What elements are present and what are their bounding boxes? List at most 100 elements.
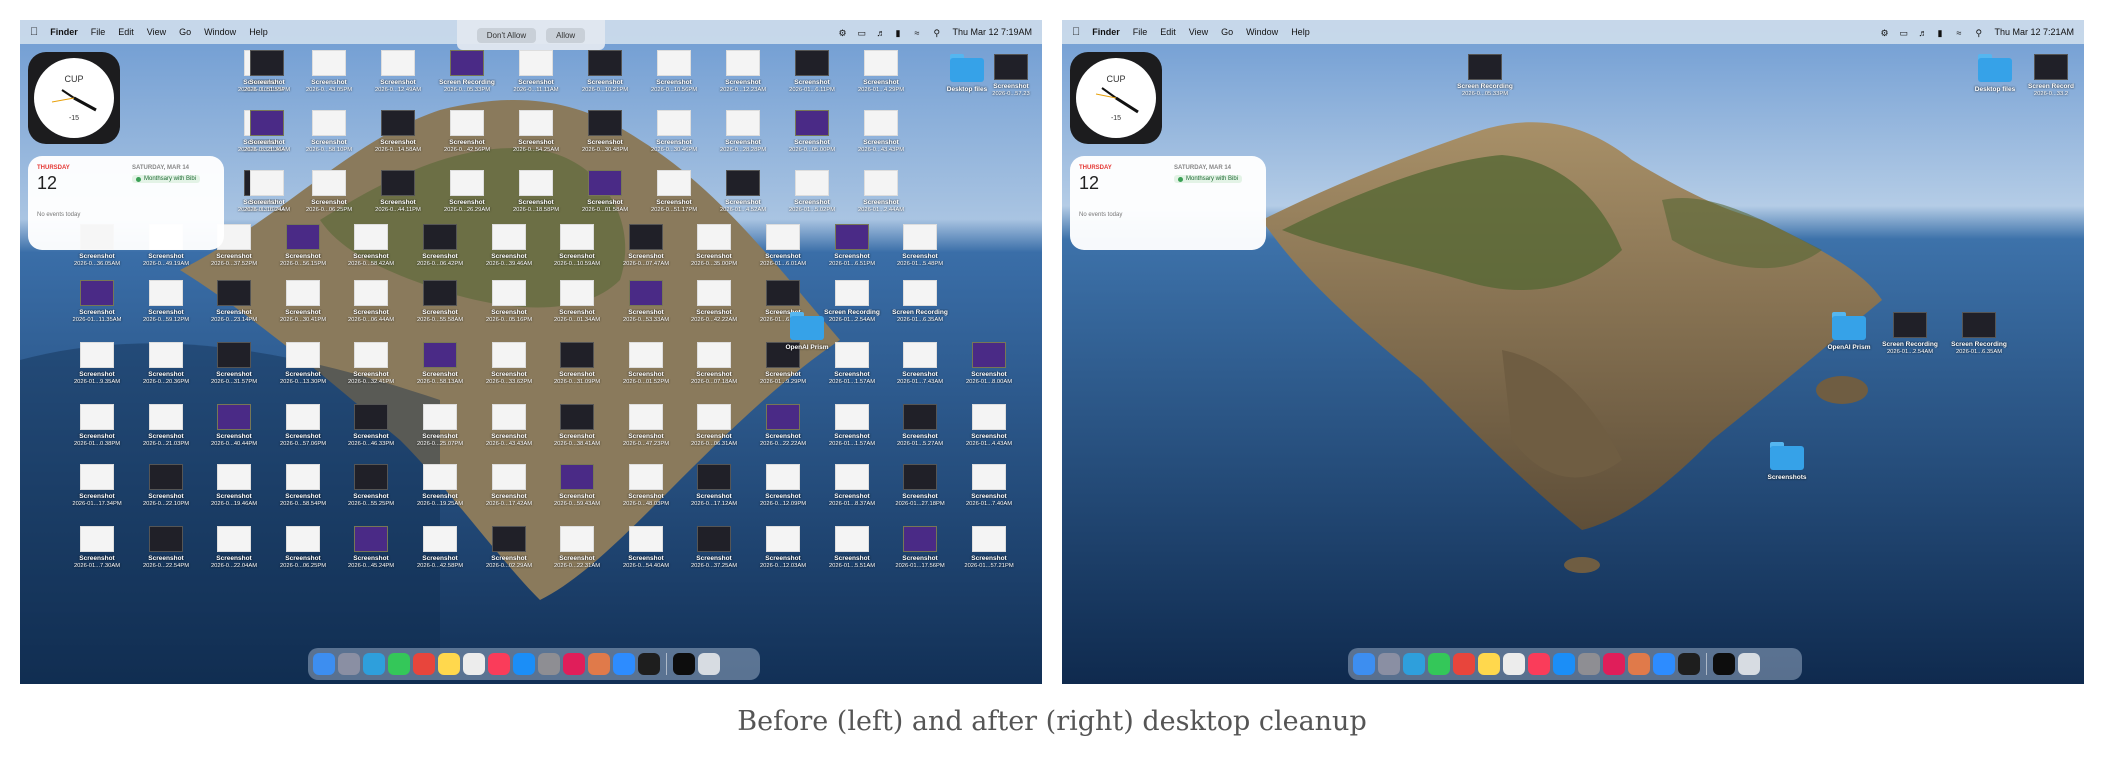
chrome-icon[interactable] — [1453, 653, 1475, 675]
screenshot-file[interactable]: Screenshot 2026-01...6.01AM — [752, 224, 814, 282]
screenshot-file[interactable]: Screenshot 2026-0...42.58PM — [409, 526, 471, 584]
search-icon[interactable]: ⚲ — [1975, 28, 1985, 38]
screenshot-file[interactable]: Screenshot 2026-0...59.12PM — [135, 280, 197, 338]
screenshot-file[interactable]: Screenshot 2026-0...10.59AM — [546, 224, 608, 282]
screenshot-file[interactable]: Screenshot 2026-01...9.35AM — [66, 342, 128, 400]
screenshot-file[interactable]: Screenshot 2026-0...01.52PM — [615, 342, 677, 400]
menu-clock[interactable]: Thu Mar 12 7:21AM — [1994, 27, 2074, 37]
volume-icon[interactable]: ♬ — [1918, 28, 1928, 38]
launchpad-icon[interactable] — [1378, 653, 1400, 675]
music-icon[interactable] — [488, 653, 510, 675]
screenshot-file[interactable]: Screenshot 2026-0...45.24PM — [340, 526, 402, 584]
dont-allow-button[interactable]: Don't Allow — [476, 27, 537, 43]
screenshot-file[interactable]: Screenshot 2026-0...39.46AM — [478, 224, 540, 282]
screenshot-file[interactable]: Screenshot 2026-0...33.62PM — [478, 342, 540, 400]
notes-icon[interactable] — [438, 653, 460, 675]
screenshot-file[interactable]: Screenshot 2026-0...22.54PM — [135, 526, 197, 584]
finder-icon[interactable] — [313, 653, 335, 675]
screenshot-file[interactable]: Screenshot 2026-0...06.25PM — [272, 526, 334, 584]
screenshot-file[interactable]: Screenshot 2026-0...48.03PM — [615, 464, 677, 522]
menu-help[interactable]: Help — [249, 27, 268, 37]
screenshot-file[interactable]: Screenshot 2026-0...17.42AM — [478, 464, 540, 522]
screenshot-file[interactable]: Screenshot 2026-0...43.43AM — [478, 404, 540, 462]
screenshot-file[interactable]: Screenshot 2026-0...23.14PM — [203, 280, 265, 338]
menu-window[interactable]: Window — [204, 27, 236, 37]
chrome-icon[interactable] — [413, 653, 435, 675]
screenshot-file[interactable]: Screenshot 2026-0...58.54PM — [272, 464, 334, 522]
music-icon[interactable] — [1528, 653, 1550, 675]
screenshot-file[interactable]: Screenshot 2026-01...5.27AM — [889, 404, 951, 462]
screenshot-file[interactable]: Screenshot 2026-01...2.44AM — [850, 170, 912, 228]
screenshot-file[interactable]: Screenshot 2026-0...11.11AM — [505, 50, 567, 108]
claude-icon[interactable] — [588, 653, 610, 675]
wifi-icon[interactable]: ≈ — [1956, 28, 1966, 38]
screenshot-file[interactable]: Screen Recording 2026-0...05.33PM — [436, 50, 498, 108]
screenshot-file[interactable]: Screenshot 2026-0...25.07PM — [409, 404, 471, 462]
claude-icon[interactable] — [1628, 653, 1650, 675]
screenshot-file[interactable]: Screenshot 2026-0...19.25AM — [409, 464, 471, 522]
screenshot-file[interactable]: Screenshot 2026-0...28.28PM — [712, 110, 774, 168]
screenshot-file[interactable]: Screenshot 2026-0...57.06PM — [272, 404, 334, 462]
screenshot-file[interactable]: Screenshot 2026-0...43.05PM — [298, 50, 360, 108]
apple-icon[interactable]:  — [30, 26, 38, 38]
calendar-widget[interactable]: THURSDAY 12 No events today SATURDAY, MA… — [28, 156, 224, 250]
screenshot-file[interactable]: Screenshot 2026-01...57.21PM — [958, 526, 1020, 584]
screenshot-file[interactable]: Screenshot 2026-01...1.57AM — [821, 404, 883, 462]
screenshot-file[interactable]: Screenshot 2026-01...7.30AM — [66, 526, 128, 584]
screenshot-file[interactable]: Screenshot 2026-0...22.04AM — [203, 526, 265, 584]
screen-mirror-icon[interactable]: ▭ — [857, 28, 867, 38]
menu-help[interactable]: Help — [1291, 27, 1310, 37]
screenshot-file[interactable]: Screenshot 2026-0...02.29AM — [478, 526, 540, 584]
chatgpt-icon[interactable] — [463, 653, 485, 675]
screenshot-file[interactable]: Screenshot 2026-0...56.15PM — [272, 224, 334, 282]
trash-icon[interactable] — [1738, 653, 1760, 675]
screenshot-file[interactable]: Screenshot 2026-01...4.52AM — [712, 170, 774, 228]
screenshot-file[interactable]: Screenshot 2026-01...8.37AM — [821, 464, 883, 522]
screenshot-file[interactable]: Screenshot 2026-01...7.43AM — [889, 342, 951, 400]
screenshot-file[interactable]: Screenshot 2026-0...06.42PM — [409, 224, 471, 282]
menu-finder[interactable]: Finder — [1092, 27, 1120, 37]
screenshot-file[interactable]: Screenshot 2026-0...14.58AM — [367, 110, 429, 168]
figma-icon[interactable] — [1713, 653, 1735, 675]
screenshot-file[interactable]: Screenshot 2026-0...16.24AM — [236, 170, 298, 228]
settings-icon[interactable] — [1578, 653, 1600, 675]
screenshot-file[interactable]: Screenshot 2026-01...17.34PM — [66, 464, 128, 522]
calendar-event[interactable]: Monthsary with Bibi — [132, 175, 201, 183]
screenshot-file[interactable]: Screenshot 2026-0...21.36AM — [236, 110, 298, 168]
screen-recording-item[interactable]: Screen Recording 2026-0...05.33PM — [1454, 54, 1516, 112]
zoom-icon[interactable] — [1653, 653, 1675, 675]
telegram-icon[interactable] — [363, 653, 385, 675]
trash-icon[interactable] — [698, 653, 720, 675]
screenshot-file[interactable]: Screenshot 2026-0...07.47AM — [615, 224, 677, 282]
screenshot-file[interactable]: Screenshot 2026-0...22.22AM — [752, 404, 814, 462]
folder-openai-prism[interactable]: OpenAI Prism — [772, 310, 842, 368]
menu-view[interactable]: View — [1189, 27, 1208, 37]
screenshot-file[interactable]: Screenshot 2026-0...54.25AM — [505, 110, 567, 168]
screenshot-file[interactable]: Screenshot 2026-0...30.41PM — [272, 280, 334, 338]
screen-recording-item[interactable]: Screen Recording 2026-01...2.54AM — [1879, 312, 1941, 370]
screenshot-file[interactable]: Screenshot 2026-0...10.56PM — [643, 50, 705, 108]
screenshot-file[interactable]: Screenshot 2026-0...54.40AM — [615, 526, 677, 584]
screenshot-file[interactable]: Screenshot 2026-0...06.44AM — [340, 280, 402, 338]
folder-desktop-files[interactable]: Desktop files — [932, 52, 1002, 110]
screenshot-file[interactable]: Screenshot 2026-01...6.11PM — [781, 50, 843, 108]
screenshot-file[interactable]: Screenshot 2026-0...58.42AM — [340, 224, 402, 282]
finder-icon[interactable] — [1353, 653, 1375, 675]
screenshot-file[interactable]: Screenshot 2026-01...4.43AM — [958, 404, 1020, 462]
screenshot-file[interactable]: Screenshot 2026-0...55.58AM — [409, 280, 471, 338]
clock-widget[interactable]: CUP -15 — [28, 52, 120, 144]
screenshot-file[interactable]: Screenshot 2026-0...19.46AM — [203, 464, 265, 522]
screenshot-file[interactable]: Screenshot 2026-01...4.29PM — [850, 50, 912, 108]
screenshot-file[interactable]: Screenshot 2026-01...17.56PM — [889, 526, 951, 584]
screenshot-file[interactable]: Screenshot 2026-0...12.03AM — [752, 526, 814, 584]
search-icon[interactable]: ⚲ — [933, 28, 943, 38]
battery-icon[interactable]: ▮ — [1937, 28, 1947, 38]
screenshot-file[interactable]: Screenshot 2026-0...42.56PM — [436, 110, 498, 168]
screen-mirror-icon[interactable]: ▭ — [1899, 28, 1909, 38]
calendar-widget[interactable]: THURSDAY 12 No events today SATURDAY, MA… — [1070, 156, 1266, 250]
screenshot-file[interactable]: Screenshot 2026-0...12.49AM — [367, 50, 429, 108]
screenshot-file[interactable]: Screenshot 2026-01...27.18PM — [889, 464, 951, 522]
control-center-icon[interactable]: ⚙ — [838, 28, 848, 38]
notes-icon[interactable] — [1478, 653, 1500, 675]
screenshot-file[interactable]: Screenshot 2026-0...22.10PM — [135, 464, 197, 522]
